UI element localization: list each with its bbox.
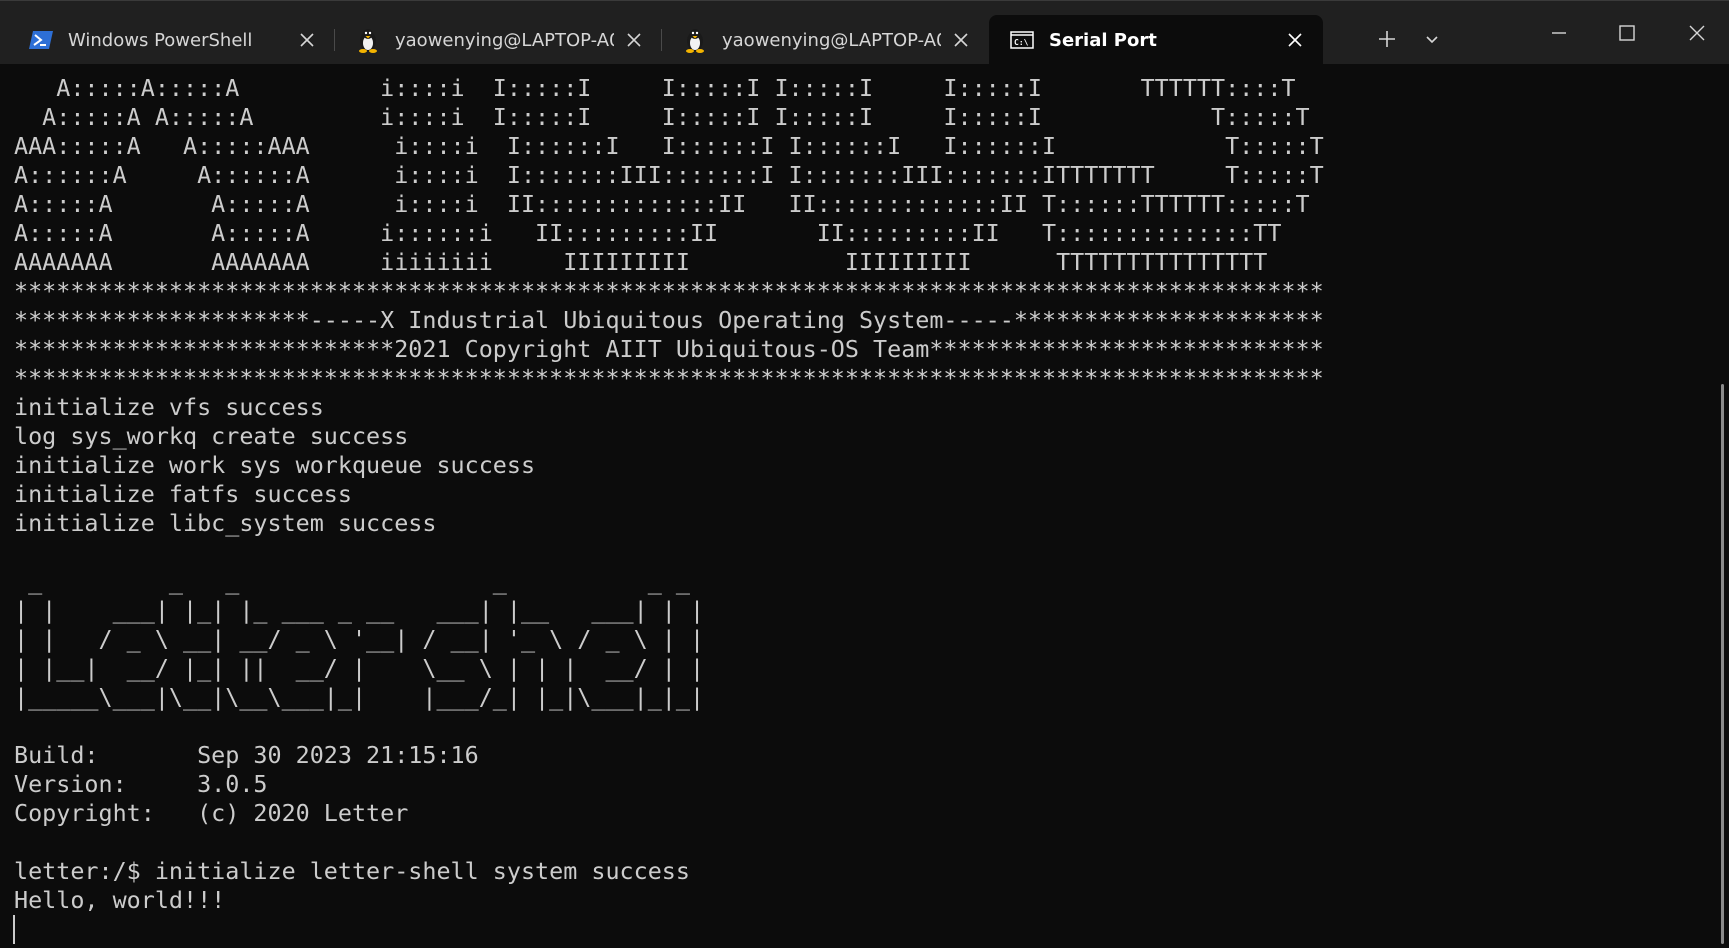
copyright-info-line: Copyright: (c) 2020 Letter <box>14 799 409 827</box>
terminal-line: initialize vfs success <box>14 393 324 421</box>
terminal-line: ***************************2021 Copyrigh… <box>14 335 1324 363</box>
minimize-icon <box>1552 32 1566 34</box>
terminal-line: Hello, world!!! <box>14 886 226 914</box>
maximize-button[interactable] <box>1597 9 1657 57</box>
close-tab-icon[interactable] <box>947 26 975 54</box>
linux-penguin-icon <box>355 27 381 53</box>
close-tab-icon[interactable] <box>620 26 648 54</box>
plus-icon <box>1379 31 1395 47</box>
terminal-line: log sys_workq create success <box>14 422 409 450</box>
tab-label: Serial Port <box>1049 29 1157 51</box>
terminal-line: A:::::A A:::::A i::::i I:::::I I:::::I I… <box>14 103 1310 131</box>
tab-label: Windows PowerShell <box>68 29 253 51</box>
close-tab-icon[interactable] <box>293 26 321 54</box>
tab-windows-powershell[interactable]: Windows PowerShell <box>8 15 335 65</box>
powershell-icon <box>28 27 54 53</box>
terminal-output[interactable]: A:::::A:::::A i::::i I:::::I I:::::I I::… <box>0 64 1712 948</box>
ascii-art-line: | | ___| |_| |_ ___ _ __ ___| |__ ___| |… <box>14 596 705 624</box>
tab-label: yaowenying@LAPTOP-A06J <box>395 29 614 51</box>
terminal-line: ****************************************… <box>14 364 1324 392</box>
svg-text:C:\: C:\ <box>1014 38 1029 47</box>
title-bar: Windows PowerShell yaowenying@LAPTOP-A06… <box>0 0 1729 65</box>
linux-penguin-icon <box>682 27 708 53</box>
terminal-line: AAAAAAA AAAAAAA iiiiiiii IIIIIIIII IIIII… <box>14 248 1268 276</box>
minimize-button[interactable] <box>1529 9 1589 57</box>
chevron-down-icon <box>1426 36 1438 44</box>
terminal-line: initialize work sys workqueue success <box>14 451 536 479</box>
ascii-art-line: | |__| __/ |_| || __/ | \__ \ | | | __/ … <box>14 654 705 682</box>
terminal-line: A::::::A A::::::A i::::i I:::::::III::::… <box>14 161 1324 189</box>
tab-serial-port[interactable]: C:\ Serial Port <box>989 15 1323 65</box>
shell-prompt-line: letter:/$ initialize letter-shell system… <box>14 857 690 885</box>
text-cursor <box>13 915 15 944</box>
close-icon <box>1689 25 1705 41</box>
tab-label: yaowenying@LAPTOP-A06J <box>722 29 941 51</box>
command-prompt-icon: C:\ <box>1009 27 1035 53</box>
build-info-line: Build: Sep 30 2023 21:15:16 <box>14 741 479 769</box>
close-window-button[interactable] <box>1667 9 1727 57</box>
terminal-line: initialize fatfs success <box>14 480 352 508</box>
terminal-line: A:::::A A:::::A i::::::i II:::::::::II I… <box>14 219 1282 247</box>
terminal-line: *********************-----X Industrial U… <box>14 306 1324 334</box>
terminal-line: A:::::A:::::A i::::i I:::::I I:::::I I::… <box>14 74 1296 102</box>
new-tab-button[interactable] <box>1367 19 1407 59</box>
terminal-line: ****************************************… <box>14 277 1324 305</box>
terminal-line: initialize libc_system success <box>14 509 437 537</box>
ascii-art-line: | | / _ \ __| __/ _ \ '__| / __| '_ \ / … <box>14 625 705 653</box>
terminal-line: AAA:::::A A:::::AAA i::::i I::::::I I:::… <box>14 132 1324 160</box>
close-tab-icon[interactable] <box>1281 26 1309 54</box>
ascii-art-line: _ _ _ _ _ _ <box>14 567 690 595</box>
tab-dropdown-button[interactable] <box>1412 19 1452 59</box>
maximize-icon <box>1619 25 1635 41</box>
tab-wsl-2[interactable]: yaowenying@LAPTOP-A06J <box>662 15 989 65</box>
tab-wsl-1[interactable]: yaowenying@LAPTOP-A06J <box>335 15 662 65</box>
ascii-art-line: |_____\___|\__|\__\___|_| |___/_| |_|\__… <box>14 683 705 711</box>
tab-strip: Windows PowerShell yaowenying@LAPTOP-A06… <box>8 15 1323 65</box>
terminal-line: A:::::A A:::::A i::::i II:::::::::::::II… <box>14 190 1310 218</box>
scrollbar-thumb[interactable] <box>1721 384 1724 944</box>
version-info-line: Version: 3.0.5 <box>14 770 268 798</box>
